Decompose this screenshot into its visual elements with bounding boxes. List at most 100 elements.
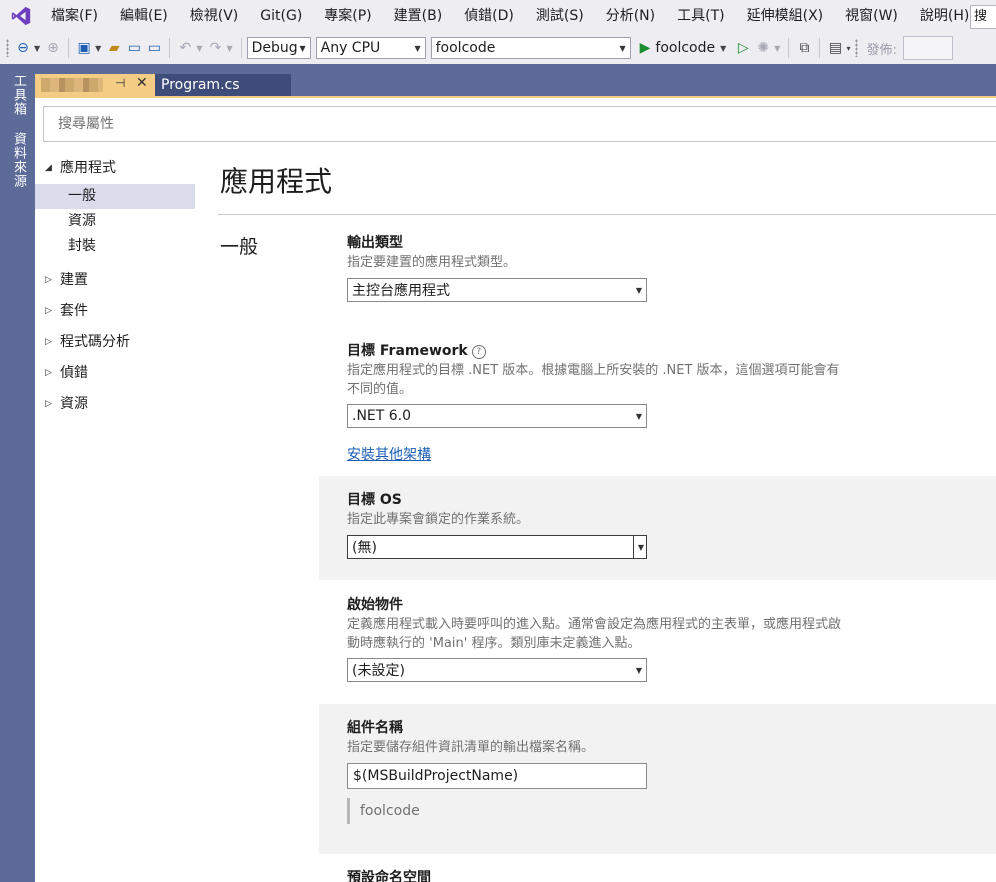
configuration-value: Debug: [251, 40, 298, 56]
close-icon[interactable]: ✕: [136, 75, 148, 91]
publish-label: 發佈:: [866, 42, 897, 58]
hot-reload-icon[interactable]: ✺: [755, 37, 771, 59]
pin-icon[interactable]: ⊣: [115, 76, 125, 90]
search-input[interactable]: 搜: [970, 5, 996, 29]
nav-item-packaging[interactable]: 封裝: [35, 234, 195, 259]
undo-icon[interactable]: ↶: [177, 37, 193, 59]
target-framework-dropdown[interactable]: .NET 6.0 ▼: [347, 404, 647, 428]
start-debugging-button[interactable]: ▶ foolcode ▼: [640, 40, 730, 56]
menu-edit[interactable]: 編輯(E): [109, 0, 179, 32]
properties-nav: ◢ 應用程式 一般 資源 封裝 ▷ 建置 ▷ 套件 ▷ 程式碼分析 ▷ 偵錯 ▷…: [35, 153, 195, 420]
toolbar-separator: [240, 38, 242, 58]
chevron-down-icon: ▼: [635, 285, 642, 295]
install-other-frameworks-link[interactable]: 安裝其他架構: [347, 447, 431, 463]
side-tool-tabs: 工具箱 資料來源: [0, 64, 35, 882]
save-icon[interactable]: ▭: [126, 37, 142, 59]
toolbox-tab[interactable]: 工具箱: [6, 74, 28, 116]
undo-dropdown-icon[interactable]: ▼: [196, 44, 202, 53]
menu-bar: 檔案(F) 編輯(E) 檢視(V) Git(G) 專案(P) 建置(B) 偵錯(…: [0, 0, 996, 32]
back-dropdown-icon[interactable]: ▼: [34, 44, 40, 53]
property-title: 組件名稱: [347, 720, 403, 736]
startup-project-combo[interactable]: foolcode ▼: [430, 37, 631, 59]
toolbar-grip[interactable]: [855, 39, 859, 57]
nav-resources[interactable]: ▷ 資源: [35, 389, 195, 420]
menu-window[interactable]: 視窗(W): [834, 0, 909, 32]
menu-debug[interactable]: 偵錯(D): [453, 0, 525, 32]
publish-combo[interactable]: [902, 36, 953, 60]
property-title: 目標 Framework?: [347, 341, 996, 361]
startup-project-value: foolcode: [435, 40, 496, 56]
property-description: 指定應用程式的目標 .NET 版本。根據電腦上所安裝的 .NET 版本，這個選項…: [347, 363, 840, 397]
chevron-down-icon: ▼: [619, 43, 626, 53]
dropdown-value: (未設定): [352, 663, 405, 679]
browser-link-icon[interactable]: ⧉: [796, 37, 812, 59]
menu-git[interactable]: Git(G): [249, 0, 313, 32]
layout-icon[interactable]: ▤: [827, 37, 843, 59]
dropdown-separator: [633, 536, 634, 558]
nav-debug[interactable]: ▷ 偵錯: [35, 358, 195, 389]
toolbar-grip[interactable]: [6, 39, 9, 57]
nav-item-general[interactable]: 一般: [35, 184, 195, 209]
property-target-os: 目標 OS 指定此專案會鎖定的作業系統。 (無) ▼: [319, 476, 996, 580]
open-file-icon[interactable]: ▰: [106, 37, 122, 59]
nav-application[interactable]: ◢ 應用程式: [35, 153, 195, 184]
tab-project-properties[interactable]: ⊣ ✕: [35, 74, 155, 96]
hot-reload-dropdown-icon[interactable]: ▼: [774, 44, 780, 53]
collapsed-triangle-icon[interactable]: ▷: [45, 296, 52, 327]
toolbar-separator: [819, 38, 821, 58]
collapsed-triangle-icon[interactable]: ▷: [45, 358, 52, 389]
redo-icon[interactable]: ↷: [207, 37, 223, 59]
menu-extensions[interactable]: 延伸模組(X): [736, 0, 835, 32]
tab-program-cs[interactable]: Program.cs: [155, 74, 291, 96]
assembly-name-input[interactable]: $(MSBuildProjectName): [347, 763, 647, 789]
nav-code-analysis[interactable]: ▷ 程式碼分析: [35, 327, 195, 358]
help-icon[interactable]: ?: [471, 345, 486, 359]
search-properties-input[interactable]: 搜尋屬性: [43, 106, 996, 142]
platform-combo[interactable]: Any CPU ▼: [315, 37, 426, 59]
menu-view[interactable]: 檢視(V): [179, 0, 250, 32]
start-without-debugging-icon[interactable]: ▷: [735, 37, 751, 59]
chevron-down-icon: ▼: [637, 542, 644, 552]
expanded-triangle-icon[interactable]: ◢: [45, 153, 52, 184]
collapsed-triangle-icon[interactable]: ▷: [45, 265, 52, 296]
run-dropdown-icon[interactable]: ▼: [720, 44, 726, 53]
toolbar-separator: [169, 38, 171, 58]
property-title: 目標 OS: [347, 492, 402, 508]
data-sources-tab[interactable]: 資料來源: [6, 132, 28, 188]
nav-label: 建置: [60, 272, 88, 288]
new-project-dropdown-icon[interactable]: ▼: [95, 44, 101, 53]
nav-item-resources[interactable]: 資源: [35, 209, 195, 234]
menu-file[interactable]: 檔案(F): [40, 0, 109, 32]
toolbar-separator: [68, 38, 70, 58]
evaluated-value: foolcode: [347, 798, 996, 824]
redo-dropdown-icon[interactable]: ▼: [226, 44, 232, 53]
menu-analyze[interactable]: 分析(N): [595, 0, 666, 32]
configuration-combo[interactable]: Debug ▼: [246, 37, 311, 59]
toolbar-options-icon[interactable]: ▾: [846, 44, 850, 53]
nav-package[interactable]: ▷ 套件: [35, 296, 195, 327]
property-description: 指定要儲存組件資訊清單的輸出檔案名稱。: [347, 740, 595, 755]
menu-tools[interactable]: 工具(T): [666, 0, 735, 32]
property-title: 預設命名空間: [347, 870, 431, 882]
menu-project[interactable]: 專案(P): [313, 0, 382, 32]
forward-icon[interactable]: ⊕: [45, 37, 61, 59]
property-title: 啟始物件: [347, 597, 403, 613]
startup-object-dropdown[interactable]: (未設定) ▼: [347, 658, 647, 682]
property-title: 輸出類型: [347, 235, 403, 251]
target-os-dropdown[interactable]: (無) ▼: [347, 535, 647, 559]
nav-build[interactable]: ▷ 建置: [35, 265, 195, 296]
nav-label: 套件: [60, 303, 88, 319]
collapsed-triangle-icon[interactable]: ▷: [45, 327, 52, 358]
blurred-tab-title: [41, 78, 103, 92]
dropdown-value: (無): [352, 540, 377, 556]
property-startup-object: 啟始物件 定義應用程式載入時要呼叫的進入點。通常會設定為應用程式的主表單，或應用…: [319, 595, 996, 682]
menu-test[interactable]: 測試(S): [525, 0, 595, 32]
back-icon[interactable]: ⊖: [15, 37, 31, 59]
collapsed-triangle-icon[interactable]: ▷: [45, 389, 52, 420]
document-tab-well: ⊣ ✕ Program.cs: [35, 64, 996, 96]
property-target-framework: 目標 Framework? 指定應用程式的目標 .NET 版本。根據電腦上所安裝…: [319, 341, 996, 464]
save-all-icon[interactable]: ▭: [146, 37, 162, 59]
menu-build[interactable]: 建置(B): [383, 0, 454, 32]
output-type-dropdown[interactable]: 主控台應用程式 ▼: [347, 278, 647, 302]
new-project-icon[interactable]: ▣: [76, 37, 92, 59]
